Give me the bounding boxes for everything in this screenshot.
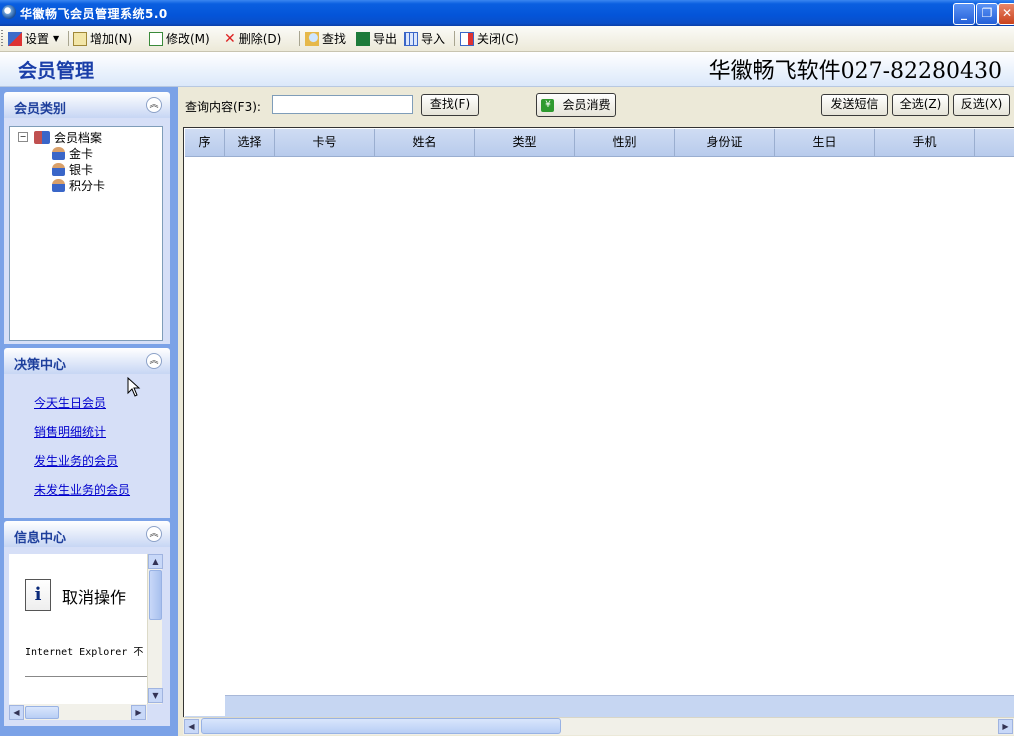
scroll-right-icon[interactable]: ▶ [131, 705, 146, 720]
add-button[interactable]: 增加(N) [73, 30, 132, 47]
delete-button[interactable]: ✕ 删除(D) [224, 30, 281, 47]
info-hscroll-thumb[interactable] [25, 706, 59, 719]
search-button[interactable]: 查找(F) [421, 94, 479, 116]
close-doc-icon [460, 31, 474, 46]
info-vertical-scrollbar[interactable]: ▲ ▼ [147, 554, 163, 704]
column-header[interactable]: 手机 [875, 129, 975, 156]
add-icon [73, 31, 87, 46]
toolbar-separator [68, 31, 69, 46]
info-icon: i [25, 579, 51, 611]
invert-selection-button[interactable]: 反选(X) [953, 94, 1010, 116]
info-message-box: i 取消操作 Internet Explorer 不 [9, 554, 161, 704]
collapse-icon[interactable]: ︽ [146, 97, 162, 113]
column-header[interactable]: 卡号 [275, 129, 375, 156]
column-header[interactable]: 性别 [575, 129, 675, 156]
minimize-button[interactable]: _ [953, 3, 975, 25]
column-header[interactable]: 电 [975, 129, 1014, 156]
link-active-members[interactable]: 发生业务的会员 [34, 452, 118, 469]
scroll-down-icon[interactable]: ▼ [148, 688, 163, 703]
find-icon [305, 31, 319, 46]
table-icon [404, 31, 418, 46]
scroll-right-icon[interactable]: ▶ [998, 719, 1013, 734]
decision-panel-header[interactable]: 决策中心 ︽ [4, 348, 170, 374]
toolbar-separator [299, 31, 300, 46]
grid-header: 序 选择 卡号 姓名 类型 性别 身份证 生日 手机 电 [185, 129, 1014, 157]
toolbar-grip[interactable] [1, 30, 3, 46]
company-info: 华徽畅飞软件027-82280430 [708, 59, 1002, 84]
collapse-icon[interactable]: ︽ [146, 526, 162, 542]
search-label: 查询内容(F3): [185, 100, 261, 114]
scroll-up-icon[interactable]: ▲ [148, 554, 163, 569]
toolbar-separator [454, 31, 455, 46]
info-horizontal-scrollbar[interactable]: ◀ ▶ [9, 704, 147, 720]
decision-panel-title: 决策中心 [14, 358, 67, 373]
info-panel-header[interactable]: 信息中心 ︽ [4, 521, 170, 547]
categories-panel-title: 会员类别 [14, 102, 67, 117]
scroll-left-icon[interactable]: ◀ [9, 705, 24, 720]
select-all-button[interactable]: 全选(Z) [892, 94, 949, 116]
excel-icon [356, 31, 370, 46]
import-button[interactable]: 导入 [404, 30, 445, 47]
app-icon [2, 5, 16, 19]
categories-panel-header[interactable]: 会员类别 ︽ [4, 92, 170, 118]
edit-icon [149, 31, 163, 46]
tree-item-points[interactable]: 积分卡 [10, 177, 162, 193]
column-header[interactable]: 类型 [475, 129, 575, 156]
settings-icon [8, 31, 22, 46]
column-header[interactable]: 姓名 [375, 129, 475, 156]
collapse-icon[interactable]: ︽ [146, 353, 162, 369]
close-window-button[interactable]: ✕ [998, 3, 1014, 25]
column-header[interactable]: 生日 [775, 129, 875, 156]
member-grid[interactable] [183, 127, 1014, 720]
export-button[interactable]: 导出 [356, 30, 397, 47]
member-icon [52, 178, 65, 192]
member-icon [52, 162, 65, 176]
close-button[interactable]: 关闭(C) [460, 30, 519, 47]
search-input[interactable] [272, 95, 413, 114]
info-panel-title: 信息中心 [14, 531, 67, 546]
edit-button[interactable]: 修改(M) [149, 30, 210, 47]
delete-icon: ✕ [224, 30, 236, 47]
link-birthday-members[interactable]: 今天生日会员 [34, 394, 106, 411]
collapse-tree-icon[interactable]: − [18, 132, 28, 142]
tree-item-root[interactable]: − 会员档案 [10, 127, 162, 145]
grid-footer [185, 695, 1014, 717]
grid-footer-cell [185, 695, 225, 716]
info-scroll-thumb[interactable] [149, 570, 162, 620]
column-header[interactable]: 序 [185, 129, 225, 156]
module-title: 会员管理 [18, 60, 95, 82]
find-button[interactable]: 查找 [305, 30, 346, 47]
tree-item-silver[interactable]: 银卡 [10, 161, 162, 177]
chevron-down-icon: ▼ [53, 34, 60, 43]
scroll-left-icon[interactable]: ◀ [184, 719, 199, 734]
tree-item-gold[interactable]: 金卡 [10, 145, 162, 161]
info-divider [25, 676, 147, 677]
column-header[interactable]: 选择 [225, 129, 275, 156]
restore-button[interactable]: ❐ [976, 3, 998, 25]
yuan-icon: ¥ [541, 98, 555, 112]
grid-hscroll-thumb[interactable] [201, 718, 561, 734]
link-inactive-members[interactable]: 未发生业务的会员 [34, 481, 130, 498]
column-header[interactable]: 身份证 [675, 129, 775, 156]
send-sms-button[interactable]: 发送短信 [821, 94, 888, 116]
members-folder-icon [34, 130, 50, 144]
link-sales-detail[interactable]: 销售明细统计 [34, 423, 106, 440]
member-consume-button[interactable]: ¥ 会员消费 [536, 93, 616, 117]
settings-button[interactable]: 设置 ▼ [8, 30, 59, 47]
mouse-cursor-icon [127, 376, 141, 400]
info-message-title: 取消操作 [62, 588, 127, 607]
info-message-text: Internet Explorer 不 [25, 647, 144, 658]
member-category-tree: − 会员档案 金卡 银卡 积分卡 [9, 126, 163, 341]
member-icon [52, 146, 65, 160]
window-title: 华徽畅飞会员管理系统5.0 [20, 7, 168, 21]
